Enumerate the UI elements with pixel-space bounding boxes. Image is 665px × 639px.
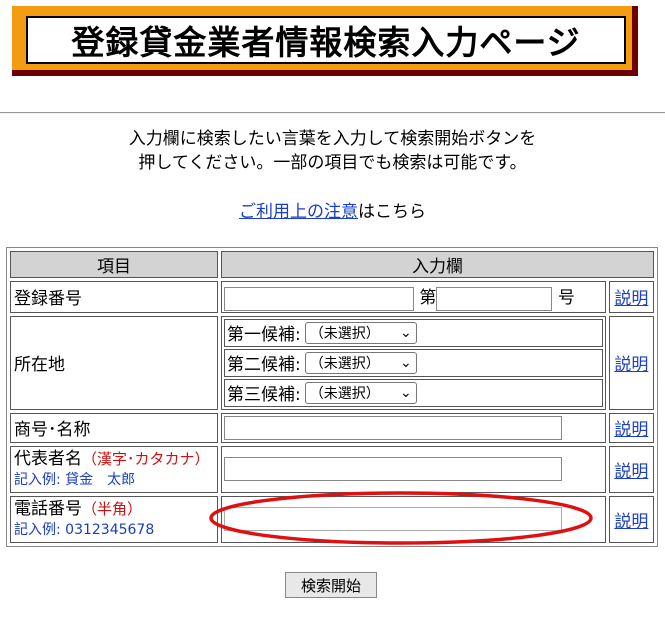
instructions: 入力欄に検索したい言葉を入力して検索開始ボタンを 押してください。一部の項目でも…: [0, 127, 665, 175]
representative-cell: [221, 445, 606, 493]
company-name-cell: [221, 412, 606, 443]
search-form-table: 項目 入力欄 登録番号 第 号 説明 所在地 第一候補: （未選択） ⌄ 第二候補…: [6, 247, 658, 547]
candidate-3-select[interactable]: （未選択） ⌄: [304, 381, 417, 404]
usage-notice: ご利用上の注意はこちら: [0, 197, 665, 222]
phone-explain-link[interactable]: 説明: [608, 495, 654, 543]
candidate-2-value: （未選択）: [309, 355, 380, 372]
search-start-button[interactable]: 検索開始: [285, 572, 377, 598]
candidate-1-label: 第一候補:: [227, 325, 301, 345]
reg-number-input-2[interactable]: [436, 286, 553, 311]
representative-note: （漢字･カタカナ）: [82, 449, 210, 468]
phone-example: 記入例: 0312345678: [14, 521, 155, 538]
divider: [0, 112, 665, 114]
chevron-down-icon: ⌄: [400, 354, 412, 371]
representative-example: 記入例: 貸金 太郎: [14, 471, 136, 488]
phone-label: 電話番号: [14, 498, 82, 519]
reg-number-input[interactable]: [224, 286, 414, 311]
address-candidate-3: 第三候補: （未選択） ⌄: [224, 378, 603, 407]
phone-cell: [221, 495, 606, 543]
candidate-1-select[interactable]: （未選択） ⌄: [304, 321, 417, 344]
company-name-input[interactable]: [224, 415, 562, 440]
reg-number-go: 号: [557, 288, 575, 308]
reg-number-label: 登録番号: [10, 281, 218, 313]
address-candidate-1: 第一候補: （未選択） ⌄: [224, 318, 603, 347]
header-item: 項目: [10, 251, 218, 278]
phone-label-cell: 電話番号（半角） 記入例: 0312345678: [10, 495, 218, 543]
chevron-down-icon: ⌄: [400, 324, 412, 341]
address-explain-link[interactable]: 説明: [608, 315, 654, 410]
representative-explain-link[interactable]: 説明: [608, 445, 654, 493]
usage-notice-suffix: はこちら: [358, 202, 426, 222]
instructions-line-1: 入力欄に検索したい言葉を入力して検索開始ボタンを: [128, 129, 537, 149]
reg-number-dai: 第: [419, 288, 437, 308]
chevron-down-icon: ⌄: [400, 384, 412, 401]
candidate-2-select[interactable]: （未選択） ⌄: [304, 351, 417, 374]
header-input: 入力欄: [221, 251, 654, 278]
reg-number-explain-link[interactable]: 説明: [608, 281, 654, 313]
page-banner: 登録貸金業者情報検索入力ページ: [12, 6, 638, 76]
usage-notice-link[interactable]: ご利用上の注意: [239, 202, 358, 222]
phone-input[interactable]: [224, 507, 562, 531]
candidate-1-value: （未選択）: [309, 325, 380, 342]
candidate-3-label: 第三候補:: [227, 385, 301, 405]
reg-number-cell: 第 号: [221, 281, 606, 313]
representative-input[interactable]: [224, 457, 562, 481]
instructions-line-2: 押してください。一部の項目でも検索は可能です。: [138, 153, 527, 173]
address-cell: 第一候補: （未選択） ⌄ 第二候補: （未選択） ⌄ 第三候補: （未選択） ⌄: [221, 315, 606, 410]
address-candidate-2: 第二候補: （未選択） ⌄: [224, 348, 603, 377]
phone-note: （半角）: [82, 499, 143, 518]
candidate-2-label: 第二候補:: [227, 355, 301, 375]
banner-title-box: 登録貸金業者情報検索入力ページ: [26, 16, 626, 64]
company-name-explain-link[interactable]: 説明: [608, 412, 654, 443]
address-label: 所在地: [10, 315, 218, 410]
representative-label: 代表者名: [14, 448, 82, 469]
representative-label-cell: 代表者名（漢字･カタカナ） 記入例: 貸金 太郎: [10, 445, 218, 493]
company-name-label: 商号･名称: [10, 412, 218, 443]
page-title: 登録貸金業者情報検索入力ページ: [71, 23, 581, 62]
candidate-3-value: （未選択）: [309, 385, 380, 402]
